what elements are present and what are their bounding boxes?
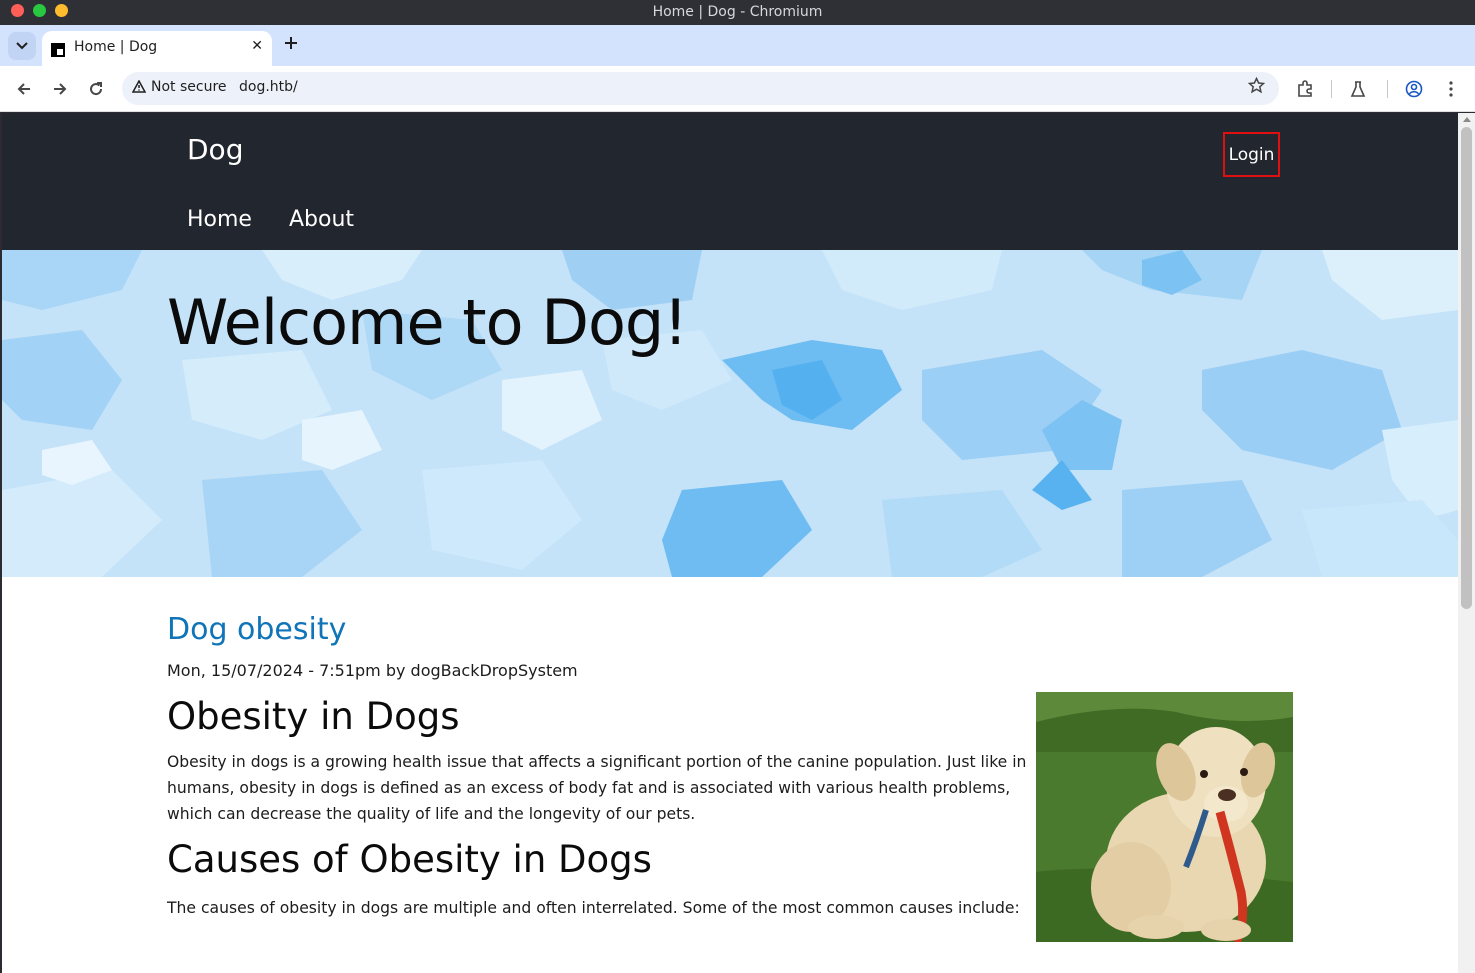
back-icon (17, 83, 30, 95)
section-heading: Obesity in Dogs (167, 695, 460, 738)
window-title: Home | Dog - Chromium (652, 4, 823, 20)
star-icon[interactable] (1247, 76, 1266, 99)
profile-icon (1405, 80, 1423, 98)
reload-button[interactable] (85, 78, 107, 100)
post-title-link[interactable]: Dog obesity (167, 612, 346, 647)
menu-icon (1449, 81, 1453, 97)
url-text[interactable]: dog.htb/ (239, 79, 298, 95)
site-header: Dog Login Home About (2, 113, 1458, 250)
scroll-up-icon[interactable] (1463, 117, 1471, 122)
toolbar-separator (1331, 80, 1332, 98)
main-content: Dog obesity Mon, 15/07/2024 - 7:51pm by … (2, 577, 1458, 973)
site-name-link[interactable]: Dog (187, 133, 243, 166)
toolbar-separator (1387, 80, 1388, 98)
back-button[interactable] (13, 78, 35, 100)
nav-about-link[interactable]: About (289, 207, 354, 232)
labs-icon (1350, 81, 1366, 97)
hero-banner: Welcome to Dog! (2, 250, 1458, 577)
tab-title: Home | Dog (74, 39, 158, 55)
chevron-down-icon (16, 42, 28, 50)
forward-icon (54, 83, 67, 95)
login-link[interactable]: Login (1223, 132, 1280, 177)
extensions-icon (1298, 80, 1312, 97)
post-paragraph: The causes of obesity in dogs are multip… (167, 899, 1020, 917)
reload-icon (90, 82, 103, 96)
menu-button[interactable] (1440, 78, 1462, 100)
tab-strip: Home | Dog ✕ (0, 25, 1475, 66)
browser-toolbar: Not secure dog.htb/ (0, 66, 1475, 112)
tab-home-dog[interactable]: Home | Dog ✕ (42, 31, 272, 66)
page-viewport: Dog Login Home About Welcome to Dog! Dog… (2, 113, 1458, 973)
dog-photo (1036, 692, 1293, 942)
forward-button[interactable] (49, 78, 71, 100)
extensions-button[interactable] (1294, 78, 1316, 100)
nav-home-link[interactable]: Home (187, 207, 252, 232)
address-bar[interactable]: Not secure dog.htb/ (122, 72, 1279, 105)
security-indicator[interactable]: Not secure (151, 79, 227, 95)
plus-icon (285, 37, 297, 49)
window-titlebar: Home | Dog - Chromium (0, 0, 1475, 25)
profile-button[interactable] (1403, 78, 1425, 100)
tab-list-button[interactable] (8, 32, 36, 60)
section-heading: Causes of Obesity in Dogs (167, 838, 652, 881)
new-tab-button[interactable] (284, 34, 298, 54)
post-meta: Mon, 15/07/2024 - 7:51pm by dogBackDropS… (167, 661, 578, 680)
hero-title: Welcome to Dog! (167, 286, 688, 359)
page-scrollbar[interactable] (1458, 113, 1475, 973)
close-icon[interactable]: ✕ (251, 38, 263, 54)
warning-icon (131, 79, 147, 97)
favicon-icon (51, 43, 65, 57)
post-paragraph: Obesity in dogs is a growing health issu… (167, 753, 1027, 823)
labs-button[interactable] (1347, 78, 1369, 100)
scrollbar-thumb[interactable] (1461, 127, 1472, 609)
